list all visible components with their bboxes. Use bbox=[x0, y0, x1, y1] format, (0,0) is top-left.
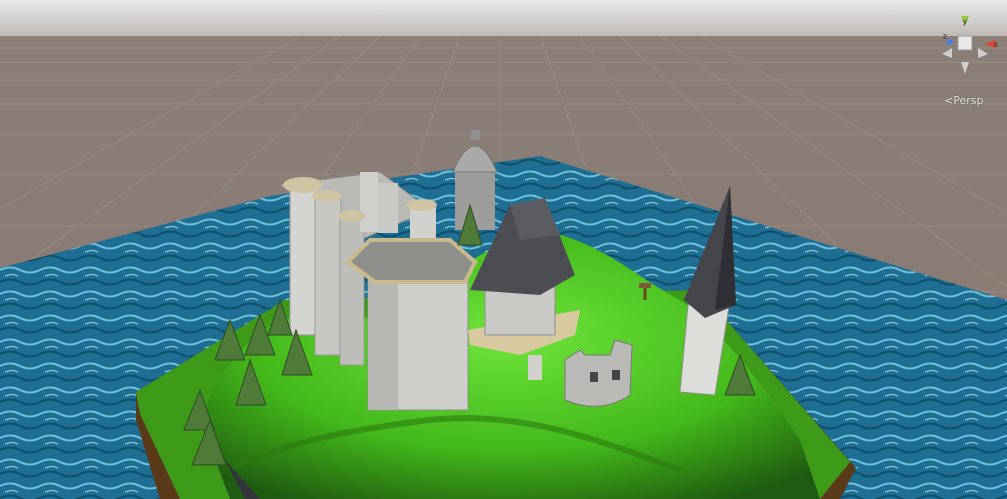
scene-render[interactable] bbox=[0, 0, 1007, 499]
chevron-left-icon: < bbox=[944, 94, 954, 107]
view-gizmo[interactable]: y x z bbox=[930, 14, 1000, 84]
scene-viewport[interactable]: y x z <Persp bbox=[0, 0, 1007, 499]
gizmo-center-cube[interactable] bbox=[957, 35, 973, 51]
gizmo-y-label: y bbox=[963, 17, 968, 26]
gizmo-z-label: z bbox=[943, 32, 947, 41]
sky bbox=[0, 0, 1007, 40]
gizmo-x-label: x bbox=[993, 40, 998, 49]
gizmo-z-axis-cone[interactable] bbox=[947, 38, 955, 46]
projection-toggle[interactable]: <Persp bbox=[944, 94, 983, 107]
projection-label: Persp bbox=[953, 94, 984, 107]
